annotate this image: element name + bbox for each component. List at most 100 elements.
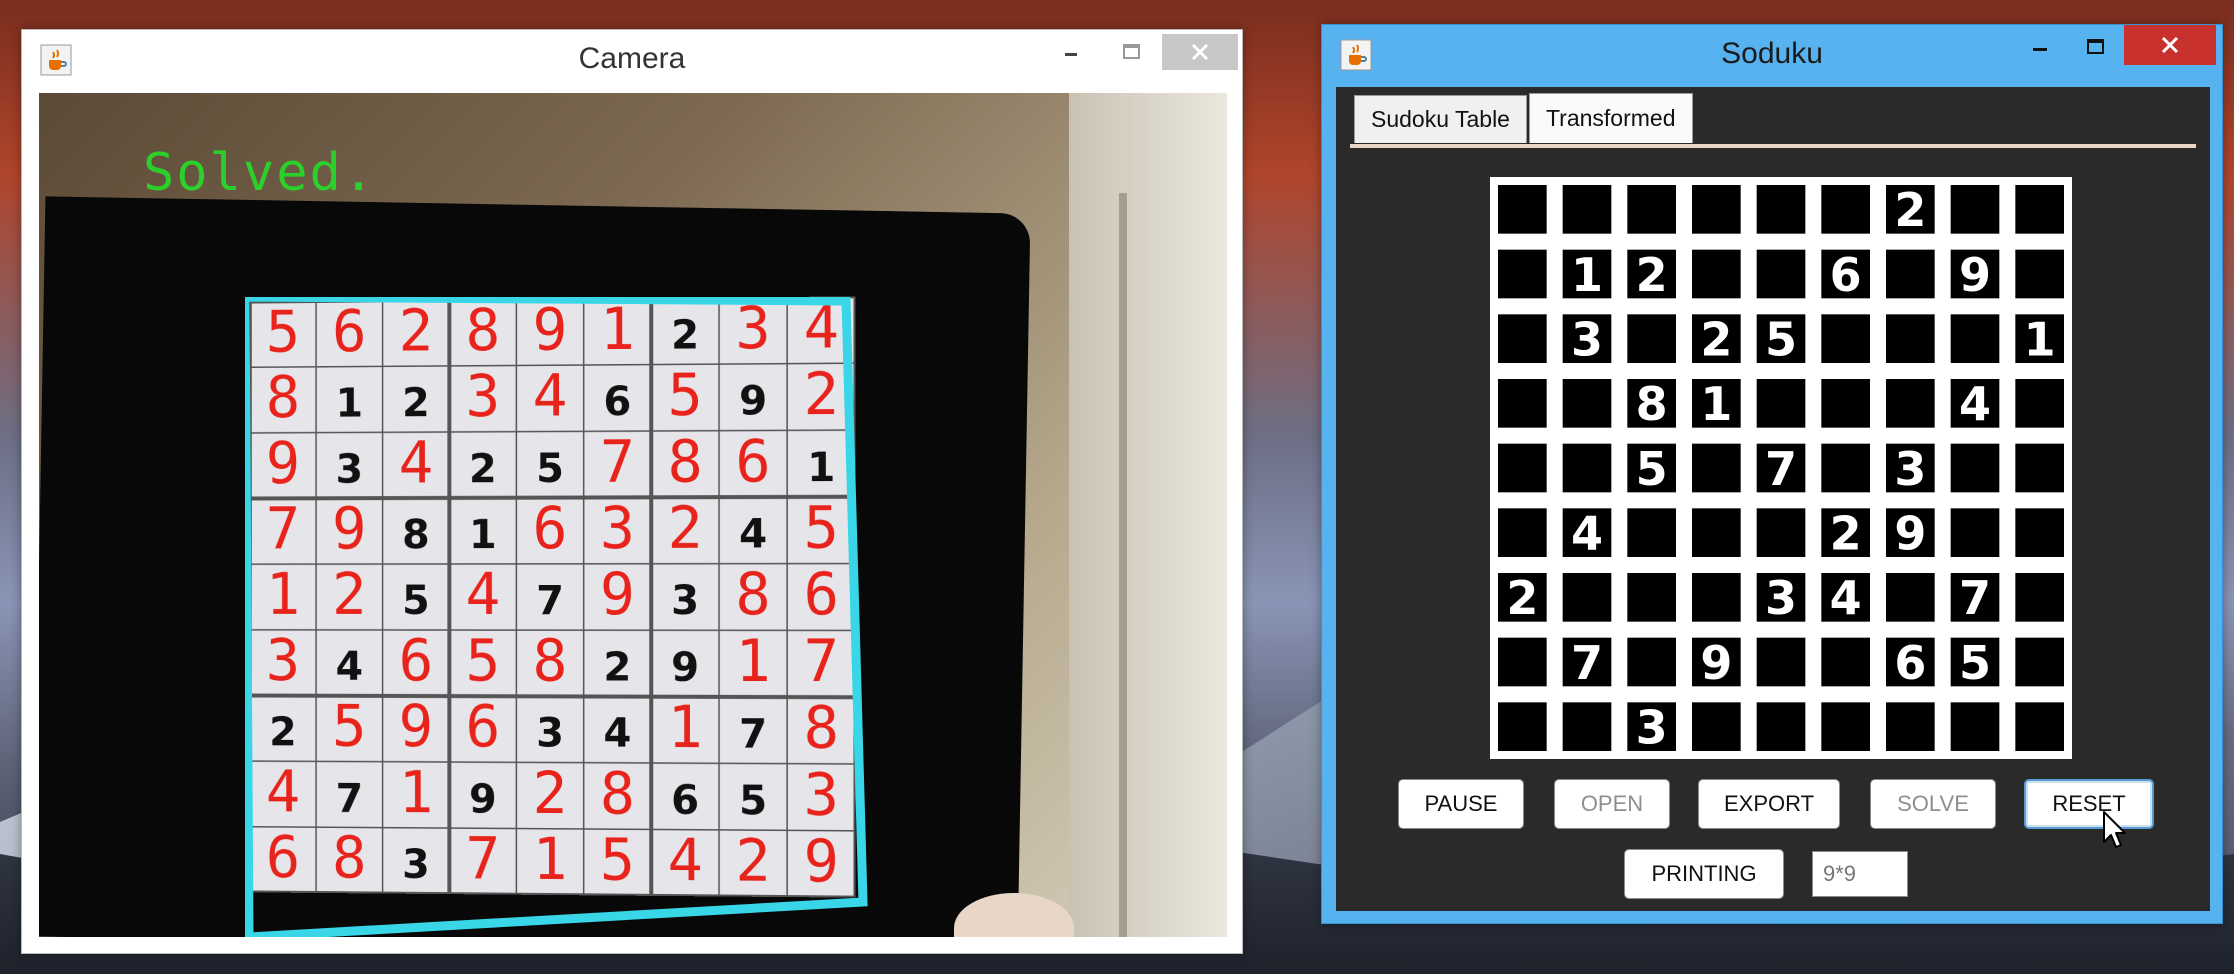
grid-cell <box>1498 185 1547 234</box>
minimize-icon <box>2033 48 2047 51</box>
grid-cell <box>1498 443 1547 493</box>
grid-cell <box>1886 573 1935 622</box>
grid-digit: 7 <box>1571 636 1603 690</box>
grid-digit: 6 <box>1830 248 1862 302</box>
grid-digit: 1 <box>1700 377 1732 431</box>
grid-cell <box>1692 185 1741 234</box>
grid-cell <box>2015 185 2064 234</box>
mouse-pointer-icon <box>2103 811 2126 848</box>
solved-status-text: Solved. <box>143 143 377 203</box>
grid-cell <box>2015 249 2064 299</box>
grid-digit: 3 <box>1571 312 1603 366</box>
grid-cell <box>2015 379 2064 428</box>
camera-window: Camera Solved. 5628912348123465929342578… <box>21 29 1243 954</box>
grid-cell <box>1627 637 1676 687</box>
grid-cell <box>1886 249 1935 299</box>
minimize-icon <box>1065 53 1077 56</box>
close-icon <box>2161 36 2179 54</box>
minimize-button[interactable] <box>2012 29 2068 65</box>
tab-bar: Sudoku Table Transformed <box>1354 93 1693 145</box>
grid-digit: 6 <box>1894 636 1926 690</box>
grid-digit: 3 <box>1894 442 1926 496</box>
background-wall <box>1069 93 1227 937</box>
grid-size-input[interactable] <box>1812 851 1908 897</box>
grid-cell <box>1821 702 1870 751</box>
maximize-icon <box>2087 39 2104 54</box>
grid-cell <box>1756 249 1806 299</box>
grid-cell <box>1627 508 1676 557</box>
grid-digit: 4 <box>1959 377 1991 431</box>
grid-cell <box>1692 573 1741 622</box>
grid-cell <box>1498 249 1547 299</box>
grid-cell <box>2015 508 2064 557</box>
solve-button[interactable]: SOLVE <box>1870 779 1996 829</box>
grid-digit: 5 <box>1765 312 1797 366</box>
grid-digit: 2 <box>1830 506 1862 560</box>
grid-cell <box>1692 702 1741 751</box>
tab-transformed[interactable]: Transformed <box>1528 93 1693 143</box>
grid-cell <box>1821 314 1870 363</box>
maximize-icon <box>1123 44 1140 59</box>
grid-digit: 8 <box>1636 377 1668 431</box>
grid-digit: 2 <box>1894 183 1926 237</box>
grid-digit: 7 <box>1765 442 1797 496</box>
grid-cell <box>1562 443 1612 493</box>
grid-cell <box>1950 443 2000 493</box>
grid-cell <box>1950 314 2000 363</box>
grid-cell <box>1886 314 1935 363</box>
grid-digit: 3 <box>1636 700 1668 754</box>
grid-cell <box>2015 573 2064 622</box>
grid-cell <box>2015 443 2064 493</box>
grid-digit: 2 <box>1700 312 1732 366</box>
detected-grid-outline <box>245 297 868 937</box>
grid-cell <box>1692 443 1741 493</box>
grid-cell <box>1756 702 1806 751</box>
close-button[interactable] <box>1162 34 1238 70</box>
grid-cell <box>1950 702 2000 751</box>
grid-cell <box>2015 702 2064 751</box>
grid-cell <box>1562 379 1612 428</box>
grid-digit: 4 <box>1830 571 1862 625</box>
minimize-button[interactable] <box>1042 34 1102 70</box>
open-button[interactable]: OPEN <box>1554 779 1670 829</box>
grid-cell <box>1498 637 1547 687</box>
grid-cell <box>1821 637 1870 687</box>
maximize-button[interactable] <box>1102 34 1162 70</box>
grid-digit: 1 <box>1571 248 1603 302</box>
camera-feed: Solved. 56289123481234659293425786179816… <box>39 93 1227 937</box>
grid-cell <box>1562 573 1612 622</box>
grid-cell <box>1821 185 1870 234</box>
tab-panel-border <box>1350 144 2196 148</box>
sudoku-titlebar[interactable]: Soduku <box>1322 25 2222 87</box>
grid-cell <box>1886 702 1935 751</box>
grid-cell <box>1498 314 1547 363</box>
export-button[interactable]: EXPORT <box>1698 779 1840 829</box>
tab-sudoku-table[interactable]: Sudoku Table <box>1354 95 1527 143</box>
grid-digit: 9 <box>1700 636 1732 690</box>
maximize-button[interactable] <box>2068 29 2124 65</box>
grid-digit: 9 <box>1959 248 1991 302</box>
grid-cell <box>1821 379 1870 428</box>
grid-cell <box>1627 573 1676 622</box>
camera-titlebar[interactable]: Camera <box>22 30 1242 92</box>
close-button[interactable] <box>2124 25 2216 65</box>
close-icon <box>1191 43 1209 61</box>
reset-button[interactable]: RESET <box>2024 779 2154 829</box>
grid-digit: 2 <box>1506 571 1538 625</box>
grid-digit: 7 <box>1959 571 1991 625</box>
printing-button[interactable]: PRINTING <box>1624 849 1784 899</box>
transformed-grid-image: 21 2 6 93 2 5 18 1 45 7 34 2 92 3 4 77 9 6 53 <box>1490 177 2072 759</box>
grid-cell <box>1498 702 1547 751</box>
sudoku-content: Sudoku Table Transformed 212693251814573… <box>1336 87 2210 911</box>
grid-cell <box>1498 379 1547 428</box>
pause-button[interactable]: PAUSE <box>1398 779 1524 829</box>
background-edge <box>1119 193 1127 937</box>
grid-cell <box>1756 185 1806 234</box>
grid-digit: 3 <box>1765 571 1797 625</box>
grid-cell <box>1692 508 1741 557</box>
grid-cell <box>1821 443 1870 493</box>
grid-cell <box>1756 508 1806 557</box>
grid-cell <box>1756 637 1806 687</box>
grid-cell <box>1562 185 1612 234</box>
transformed-grid: 212693251814573429234779653 <box>1490 177 2072 759</box>
